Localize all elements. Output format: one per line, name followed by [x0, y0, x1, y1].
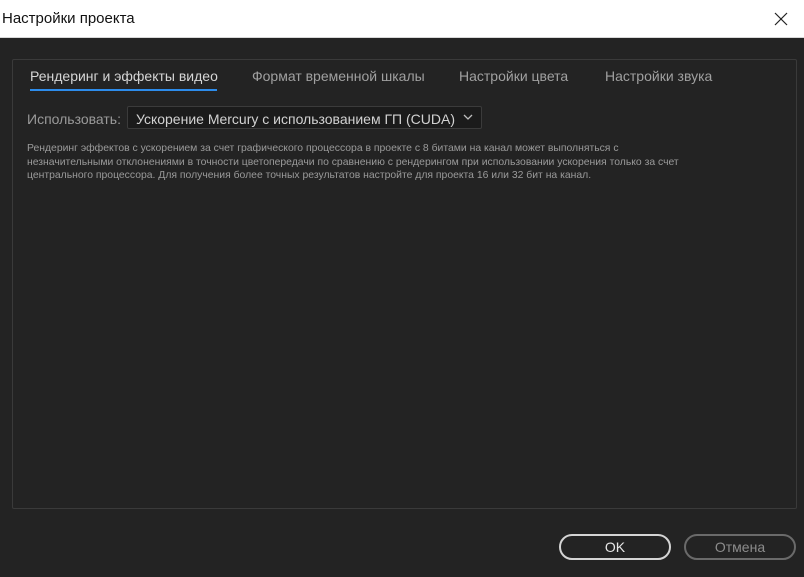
close-button[interactable]	[758, 0, 804, 38]
title-bar: Настройки проекта	[0, 0, 804, 38]
tab-color-settings[interactable]: Настройки цвета	[459, 68, 568, 84]
info-line: незначительными отклонениями в точности …	[27, 156, 679, 168]
dialog-content: Рендеринг и эффекты видео Формат временн…	[0, 39, 804, 577]
tab-audio-settings[interactable]: Настройки звука	[605, 68, 712, 84]
info-line: центрального процессора. Для получения б…	[27, 170, 592, 181]
info-line: Рендеринг эффектов с ускорением за счет …	[27, 143, 619, 154]
gpu-info-text: Рендеринг эффектов с ускорением за счет …	[27, 142, 777, 183]
ok-button[interactable]: OK	[559, 534, 671, 560]
close-icon	[774, 12, 788, 26]
renderer-select-value: Ускорение Mercury с использованием ГП (C…	[136, 111, 455, 127]
window-title: Настройки проекта	[2, 10, 135, 27]
tab-bar: Рендеринг и эффекты видео Формат временн…	[13, 60, 796, 94]
settings-panel: Рендеринг и эффекты видео Формат временн…	[12, 59, 797, 509]
chevron-down-icon	[463, 114, 473, 120]
renderer-select[interactable]: Ускорение Mercury с использованием ГП (C…	[127, 106, 482, 129]
cancel-button[interactable]: Отмена	[684, 534, 796, 560]
tab-timeline-format[interactable]: Формат временной шкалы	[252, 68, 425, 84]
renderer-label: Использовать:	[27, 111, 121, 127]
active-tab-indicator	[30, 89, 217, 91]
tab-video-rendering[interactable]: Рендеринг и эффекты видео	[30, 68, 218, 84]
